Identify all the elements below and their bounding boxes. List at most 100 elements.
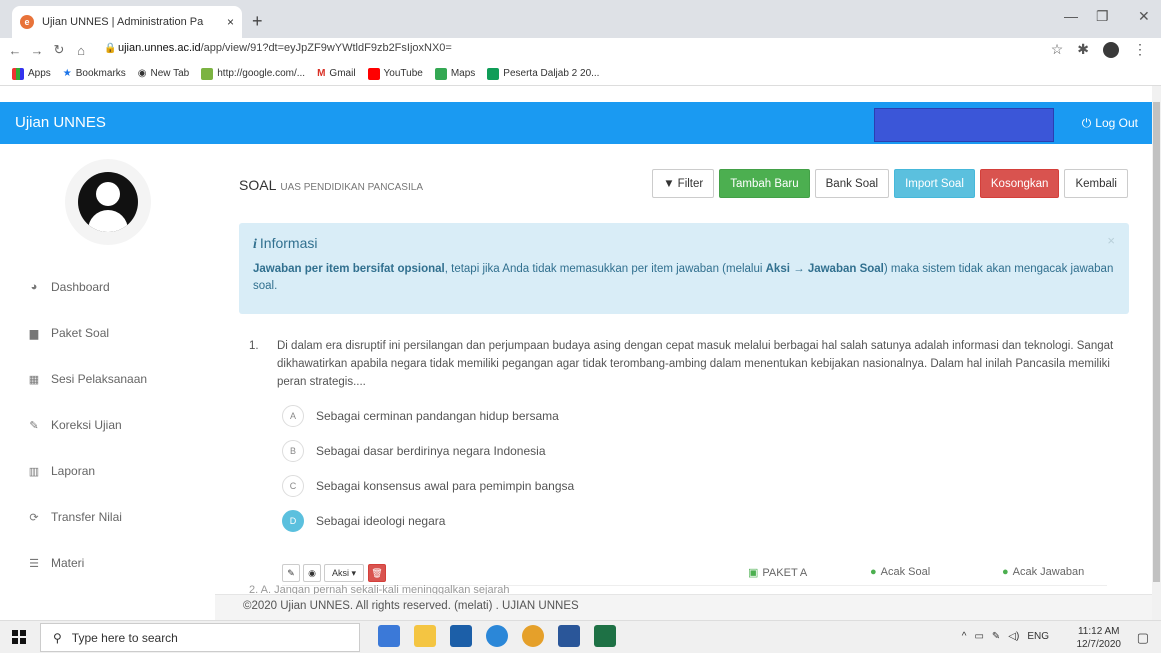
user-avatar-icon: [78, 172, 138, 232]
kembali-button[interactable]: Kembali: [1064, 169, 1128, 198]
dashboard-icon: ◕: [30, 281, 38, 293]
reload-icon[interactable]: ↻: [48, 42, 70, 58]
question-number: 1.: [249, 340, 259, 352]
option-d[interactable]: D Sebagai ideologi negara: [282, 503, 574, 538]
bookmark-maps[interactable]: Maps: [434, 67, 475, 80]
tab-title: Ujian UNNES | Administration Pa: [42, 16, 204, 28]
sidebar-item-laporan[interactable]: ▥ Laporan: [0, 448, 215, 494]
star-icon: ★: [62, 68, 72, 79]
taskbar-clock[interactable]: 11:12 AM 12/7/2020: [1077, 625, 1122, 651]
bookmark-apps[interactable]: Apps: [12, 67, 51, 80]
mail-icon[interactable]: [450, 625, 472, 647]
option-a[interactable]: A Sebagai cerminan pandangan hidup bersam…: [282, 398, 574, 433]
sidebar: ◕ Dashboard ▆ Paket Soal ▦ Sesi Pelaksanaan…: [0, 144, 215, 605]
page-title: SOAL UAS PENDIDIKAN PANCASILA: [239, 177, 423, 193]
delete-trash-button[interactable]: 🗑: [368, 564, 386, 582]
logout-button[interactable]: ⏻ Log Out: [1082, 116, 1138, 131]
star-icon[interactable]: ☆: [1051, 41, 1064, 58]
tab-close-icon[interactable]: ×: [227, 15, 234, 29]
chrome-icon[interactable]: [522, 625, 544, 647]
import-soal-button[interactable]: Import Soal: [894, 169, 975, 198]
page-icon: [201, 67, 214, 80]
scrollbar-thumb[interactable]: [1153, 102, 1160, 582]
tambah-baru-button[interactable]: Tambah Baru: [719, 169, 810, 198]
pen-icon[interactable]: ✎: [992, 631, 1000, 642]
alert-close-icon[interactable]: ×: [1107, 233, 1115, 248]
address-toolbar: ← → ↻ ⌂ 🔒 ujian.unnes.ac.id/app/view/91?…: [0, 38, 1161, 62]
user-info-box: [874, 108, 1054, 142]
windows-start-icon[interactable]: [12, 630, 26, 644]
calendar-icon: ▦: [28, 373, 40, 386]
filter-icon: ▼: [663, 177, 675, 190]
url-field[interactable]: ujian.unnes.ac.id/app/view/91?dt=eyJpZF9…: [118, 42, 452, 54]
browser-tab[interactable]: e Ujian UNNES | Administration Pa ×: [12, 6, 242, 38]
page-scrollbar[interactable]: [1152, 86, 1161, 620]
menu-dots-icon[interactable]: ⋮: [1133, 41, 1147, 58]
question-text: Di dalam era disruptif ini persilangan d…: [277, 340, 1114, 388]
notification-icon[interactable]: ▢: [1137, 630, 1149, 646]
acak-jawaban-status: ● Acak Jawaban: [1002, 566, 1085, 578]
bookmark-bookmarks[interactable]: ★ Bookmarks: [63, 68, 126, 79]
option-text: Sebagai cerminan pandangan hidup bersama: [316, 408, 559, 423]
youtube-icon: [367, 67, 380, 80]
language-indicator[interactable]: ENG: [1027, 631, 1049, 642]
qrcode-icon: ▣: [748, 567, 759, 579]
gmail-icon: M: [317, 68, 326, 79]
option-letter-selected: D: [282, 509, 304, 532]
window-close-icon[interactable]: ✕: [1138, 8, 1150, 25]
minimize-icon[interactable]: —: [1064, 8, 1078, 24]
sidebar-item-sesi-pelaksanaan[interactable]: ▦ Sesi Pelaksanaan: [0, 356, 215, 402]
bank-soal-button[interactable]: Bank Soal: [814, 169, 890, 198]
volume-icon[interactable]: ◁): [1008, 631, 1019, 642]
info-alert: × i Informasi Jawaban per item bersifat o…: [239, 223, 1129, 314]
app-brand[interactable]: Ujian UNNES: [15, 114, 106, 131]
bookmark-youtube[interactable]: YouTube: [367, 67, 423, 80]
app-header: Ujian UNNES ⏻ Log Out: [0, 102, 1152, 144]
bookmark-peserta[interactable]: Peserta Daljab 2 20...: [487, 67, 599, 80]
option-c[interactable]: C Sebagai konsensus awal para pemimpin ba…: [282, 468, 574, 503]
restore-icon[interactable]: ❐: [1096, 8, 1109, 25]
sidebar-item-transfer-nilai[interactable]: ⟳ Transfer Nilai: [0, 494, 215, 540]
forward-icon[interactable]: →: [26, 43, 48, 58]
apps-grid-icon: [12, 67, 24, 80]
aksi-dropdown-button[interactable]: Aksi ▾: [324, 564, 364, 582]
alert-title: i Informasi: [253, 235, 318, 252]
edit-pencil-button[interactable]: ✎: [282, 564, 300, 582]
home-icon[interactable]: ⌂: [70, 43, 92, 58]
file-explorer-icon[interactable]: [414, 625, 436, 647]
bookmark-google[interactable]: http://google.com/...: [201, 67, 305, 80]
box-icon: ▆: [29, 327, 39, 340]
taskbar-apps: [378, 625, 616, 647]
windows-taskbar: ⚲ Type here to search ^ ▭ ✎ ◁) ENG 11:12 …: [0, 620, 1161, 653]
acak-soal-status: ● Acak Soal: [870, 566, 931, 578]
battery-icon[interactable]: ▭: [974, 631, 983, 642]
new-tab-button[interactable]: +: [252, 11, 263, 32]
option-letter: C: [282, 474, 304, 497]
profile-avatar[interactable]: [1103, 41, 1119, 58]
excel-icon[interactable]: [594, 625, 616, 647]
sidebar-item-materi[interactable]: ☰ Materi: [0, 540, 215, 586]
back-icon[interactable]: ←: [4, 43, 26, 58]
sidebar-item-dashboard[interactable]: ◕ Dashboard: [0, 264, 215, 310]
search-icon: ⚲: [53, 630, 62, 645]
word-icon[interactable]: [558, 625, 580, 647]
bookmark-gmail[interactable]: M Gmail: [317, 68, 355, 79]
sidebar-menu: ◕ Dashboard ▆ Paket Soal ▦ Sesi Pelaksanaan…: [0, 264, 215, 586]
bookmark-new-tab[interactable]: ◉ New Tab: [138, 68, 189, 79]
sidebar-item-koreksi-ujian[interactable]: ✎ Koreksi Ujian: [0, 402, 215, 448]
edge-icon[interactable]: [486, 625, 508, 647]
extensions-icon[interactable]: ✱: [1077, 41, 1089, 58]
clock-date: 12/7/2020: [1076, 639, 1122, 650]
url-host: ujian.unnes.ac.id: [118, 42, 201, 54]
option-text: Sebagai dasar berdirinya negara Indonesi…: [316, 443, 546, 458]
taskbar-search[interactable]: ⚲ Type here to search: [40, 623, 360, 652]
kosongkan-button[interactable]: Kosongkan: [979, 169, 1060, 198]
system-tray: ^ ▭ ✎ ◁) ENG: [962, 631, 1049, 642]
sidebar-item-paket-soal[interactable]: ▆ Paket Soal: [0, 310, 215, 356]
toolbar: ▼ Filter Tambah Baru Bank Soal Import Soa…: [652, 169, 1128, 198]
view-eye-button[interactable]: ◉: [303, 564, 321, 582]
option-b[interactable]: B Sebagai dasar berdirinya negara Indones…: [282, 433, 574, 468]
filter-button[interactable]: ▼ Filter: [652, 169, 715, 198]
chevron-up-icon[interactable]: ^: [962, 631, 967, 642]
app-icon-azure[interactable]: [378, 625, 400, 647]
